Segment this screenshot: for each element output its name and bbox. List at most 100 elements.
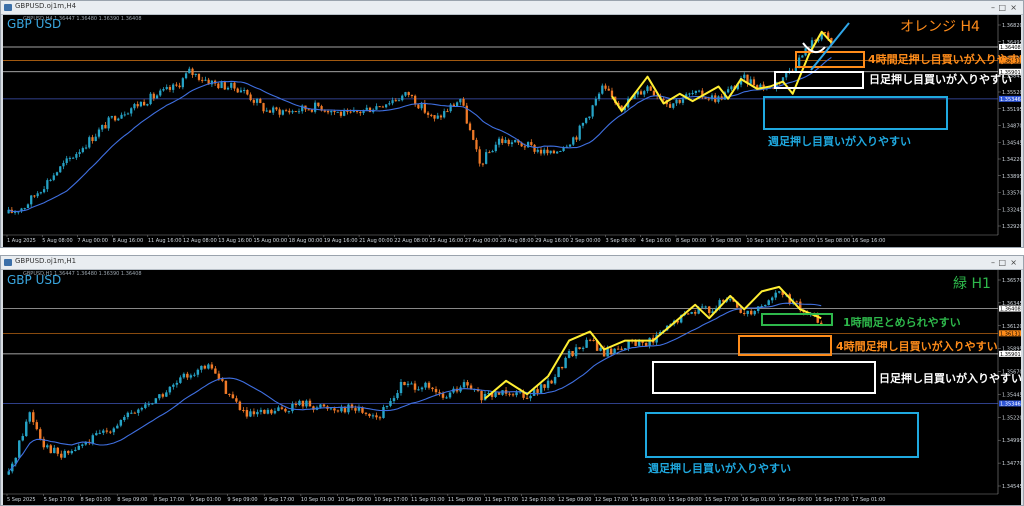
price-chart-h1[interactable]: 1.365701.363451.361201.358951.356701.354…	[3, 270, 1021, 505]
candle-body	[559, 151, 562, 153]
date-tick-label: 11 Sep 17:00	[485, 497, 518, 503]
chart-window-h4[interactable]: GBPUSD.oj1m,H4 – □ × 1.368201.364951.361…	[0, 0, 1024, 248]
chart-window-icon	[4, 259, 12, 266]
candle-body	[294, 404, 298, 406]
close-icon[interactable]: ×	[1010, 3, 1017, 12]
candle-body	[67, 450, 70, 454]
date-tick-label: 13 Aug 16:00	[218, 238, 252, 244]
minimize-icon[interactable]: –	[991, 258, 995, 267]
window-titlebar[interactable]: GBPUSD.oj1m,H1 – □ ×	[1, 256, 1023, 270]
candle-body	[75, 154, 78, 158]
candle-body	[539, 149, 543, 154]
candle-body	[438, 392, 441, 394]
symbol-label: GBP USD	[7, 273, 61, 287]
daily-annotation: 日足押し目買いが入りやすい	[879, 371, 1021, 385]
close-icon[interactable]: ×	[1010, 258, 1017, 267]
candle-body	[323, 110, 326, 112]
candle-body	[194, 73, 197, 76]
candle-body	[430, 114, 433, 116]
candle-body	[606, 348, 609, 357]
date-tick-label: 28 Aug 08:00	[500, 238, 534, 244]
candle-body	[585, 339, 588, 348]
candle-body	[368, 107, 372, 113]
window-title: GBPUSD.oj1m,H4	[15, 2, 77, 10]
date-tick-label: 16 Sep 16:00	[852, 238, 885, 244]
candle-body	[427, 382, 431, 388]
candle-body	[245, 409, 249, 417]
candle-body	[728, 299, 732, 301]
candle-body	[546, 380, 550, 388]
candle-body	[262, 103, 265, 112]
chart-window-h1[interactable]: GBPUSD.oj1m,H1 – □ × 1.36570 1.36345 1.361…	[0, 255, 1024, 506]
candle-body	[410, 94, 414, 96]
price-tick-label: 1.33245	[1002, 207, 1021, 213]
price-chart-h4[interactable]: 1.368201.364951.361701.358451.355201.351…	[3, 15, 1021, 247]
candle-body	[255, 98, 259, 103]
candle-body	[233, 82, 236, 89]
candle-body	[616, 348, 620, 350]
minimize-icon[interactable]: –	[991, 3, 995, 12]
candle-body	[770, 297, 774, 301]
candle-body	[777, 291, 781, 293]
candle-body	[107, 117, 110, 129]
candle-body	[501, 138, 504, 144]
maximize-icon[interactable]: □	[998, 258, 1006, 267]
date-tick-label: 11 Aug 16:00	[148, 238, 182, 244]
candle-body	[407, 92, 410, 95]
candle-body	[84, 147, 88, 149]
candle-body	[371, 415, 375, 417]
candle-body	[203, 365, 207, 369]
candle-body	[620, 348, 623, 350]
candle-body	[391, 100, 394, 104]
candle-body	[550, 380, 553, 384]
price-tick-label: 1.35520	[1002, 90, 1021, 96]
date-tick-label: 17 Sep 01:00	[852, 497, 885, 503]
candle-body	[197, 73, 201, 80]
candle-body	[301, 400, 305, 407]
candle-body	[448, 392, 452, 398]
candle-body	[488, 152, 491, 154]
candle-body	[707, 98, 710, 100]
candle-body	[228, 393, 231, 395]
candle-body	[168, 86, 172, 90]
window-titlebar[interactable]: GBPUSD.oj1m,H4 – □ ×	[1, 1, 1023, 15]
price-tick-label: 1.33895	[1002, 174, 1021, 180]
candle-body	[767, 300, 770, 305]
candle-body	[466, 382, 469, 386]
candle-body	[308, 400, 312, 407]
h4-annotation: 4時間足押し目買いが入りやすい	[836, 339, 998, 353]
candle-body	[349, 111, 352, 113]
candle-body	[136, 104, 139, 107]
candle-body	[433, 115, 436, 119]
candle-body	[294, 111, 297, 113]
candle-body	[235, 398, 238, 402]
candle-body	[388, 103, 391, 105]
candle-body	[7, 471, 10, 475]
candle-body	[133, 104, 136, 109]
candle-body	[265, 110, 268, 112]
candle-body	[504, 139, 507, 144]
date-tick-label: 18 Aug 00:00	[289, 238, 323, 244]
candle-body	[94, 136, 97, 142]
candle-body	[691, 92, 694, 94]
candle-body	[394, 100, 397, 102]
candle-body	[201, 79, 204, 81]
price-level-label: 1.36408	[1000, 45, 1021, 51]
price-level-label: 1.35346	[1000, 401, 1021, 407]
maximize-icon[interactable]: □	[998, 3, 1006, 12]
date-tick-label: 8 Sep 00:00	[676, 238, 706, 244]
candle-body	[42, 189, 46, 193]
candle-body	[188, 68, 191, 74]
candle-body	[259, 409, 263, 412]
candle-body	[749, 79, 752, 84]
candle-body	[700, 306, 704, 308]
candle-body	[178, 85, 181, 88]
candle-body	[417, 104, 420, 109]
candle-body	[639, 91, 643, 95]
date-tick-label: 7 Aug 00:00	[77, 238, 108, 244]
candle-body	[186, 373, 189, 378]
candle-body	[675, 99, 678, 104]
candle-body	[743, 74, 746, 78]
candle-body	[91, 137, 94, 142]
candle-body	[795, 301, 798, 303]
